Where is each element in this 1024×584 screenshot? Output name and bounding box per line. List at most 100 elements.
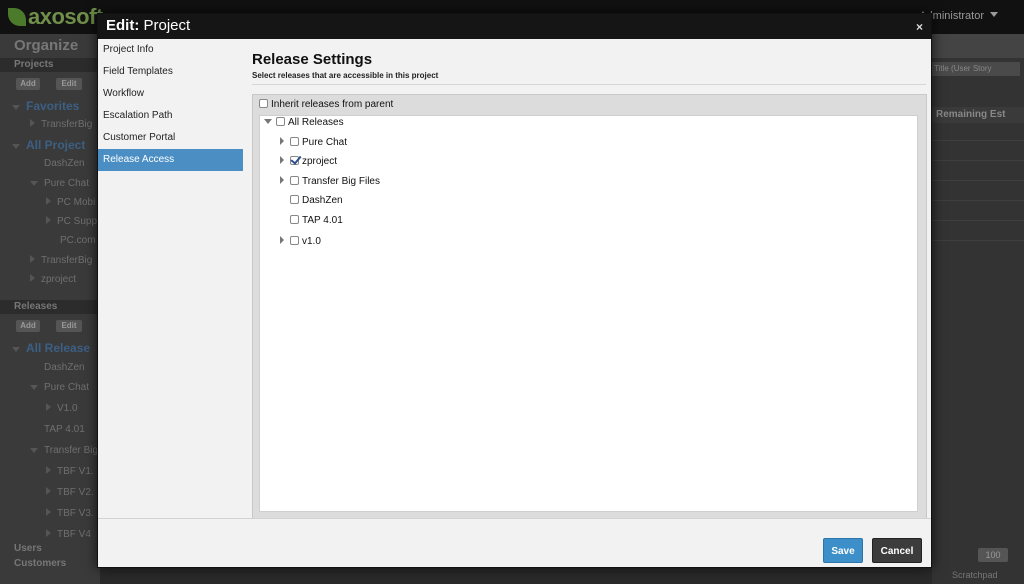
releases-add-button[interactable]: Add [16,320,40,332]
all-releases-checkbox[interactable] [276,117,285,126]
expand-icon [46,403,51,411]
dialog-footer: Save Cancel [98,518,931,567]
chevron-down-icon [990,12,998,17]
release-checkbox-checked[interactable] [290,156,299,165]
expand-icon [30,385,38,390]
release-checkbox[interactable] [290,215,299,224]
remaining-estimate-column[interactable]: Remaining Est [932,107,1024,123]
release-node[interactable]: Pure Chat [280,137,347,148]
expand-icon [12,144,20,149]
release-checkbox[interactable] [290,195,299,204]
release-item[interactable]: TBF V4 [46,529,91,540]
release-checkbox[interactable] [290,176,299,185]
project-item[interactable]: PC Mobi [46,197,95,208]
project-item[interactable]: zproject [30,274,76,285]
release-item[interactable]: TAP 4.01 [44,424,85,435]
nav-item-release-access[interactable]: Release Access [98,149,243,171]
grid-line [932,140,1024,141]
expand-icon [46,487,51,495]
expand-icon [30,255,35,263]
expand-icon [30,181,38,186]
cancel-button[interactable]: Cancel [872,538,922,563]
save-button[interactable]: Save [823,538,863,563]
grid-line [932,240,1024,241]
expand-icon [46,529,51,537]
expand-icon[interactable] [280,156,284,164]
filter-select[interactable]: Title (User Story [932,62,1020,76]
projects-section-header: Projects [0,58,100,72]
leaf-icon [8,8,26,26]
page-title: Release Settings [252,51,373,68]
customers-section[interactable]: Customers [14,558,66,569]
release-item[interactable]: Transfer Big [30,445,98,456]
expand-icon[interactable] [280,137,284,145]
project-item[interactable]: TransferBig [30,255,92,266]
release-checkbox[interactable] [290,236,299,245]
expand-icon [46,216,51,224]
all-releases-node[interactable]: All Release [12,341,90,355]
releases-edit-button[interactable]: Edit [56,320,82,332]
expand-icon [30,119,35,127]
release-tree[interactable]: All Releases Pure Chat zproject Transfer… [259,115,918,512]
releases-section-header: Releases [0,300,100,314]
project-item[interactable]: PC.com [60,235,96,246]
release-settings-panel: Release Settings Select releases that ar… [248,39,931,519]
dialog-title: Edit: Project [106,17,191,34]
inherit-releases-option[interactable]: Inherit releases from parent [259,99,393,110]
organize-title: Organize [14,37,79,54]
project-item[interactable]: DashZen [44,158,85,169]
expand-icon [12,347,20,352]
settings-nav: Project Info Field Templates Workflow Es… [98,39,248,171]
logo: axosoft [8,4,103,30]
collapse-icon[interactable] [264,119,272,124]
nav-item-field-templates[interactable]: Field Templates [98,61,248,83]
expand-icon [46,197,51,205]
projects-add-button[interactable]: Add [16,78,40,90]
expand-icon [46,508,51,516]
release-checkbox[interactable] [290,137,299,146]
dialog-header: Edit: Project × [98,14,931,39]
scratchpad-label[interactable]: Scratchpad [952,570,998,580]
release-item[interactable]: TBF V3. [46,508,94,519]
organize-pane: Organize Projects Add Edit Favorites Tra… [0,34,100,584]
grid-line [932,200,1024,201]
release-node-all[interactable]: All Releases [264,117,344,128]
nav-item-escalation-path[interactable]: Escalation Path [98,105,248,127]
grid-line [932,160,1024,161]
favorites-node[interactable]: Favorites [12,99,79,113]
right-toolbar [932,34,1024,58]
divider [252,84,926,85]
release-item[interactable]: TBF V1. [46,466,94,477]
page-subtitle: Select releases that are accessible in t… [252,71,439,80]
release-item[interactable]: V1.0 [46,403,78,414]
release-node[interactable]: zproject [280,156,337,167]
inherit-checkbox[interactable] [259,99,268,108]
favorites-child[interactable]: TransferBig [30,119,92,130]
edit-project-dialog: Edit: Project × Project Info Field Templ… [97,13,932,568]
release-item[interactable]: Pure Chat [30,382,89,393]
release-item[interactable]: TBF V2. [46,487,94,498]
nav-item-workflow[interactable]: Workflow [98,83,248,105]
release-access-box: Inherit releases from parent All Release… [252,94,927,519]
grid-line [932,220,1024,221]
users-section[interactable]: Users [14,543,42,554]
release-node[interactable]: v1.0 [280,236,321,247]
close-icon[interactable]: × [916,20,923,34]
expand-icon [30,448,38,453]
projects-edit-button[interactable]: Edit [56,78,82,90]
release-node[interactable]: DashZen [290,195,343,206]
release-node[interactable]: TAP 4.01 [290,215,343,226]
release-node[interactable]: Transfer Big Files [280,176,380,187]
expand-icon[interactable] [280,176,284,184]
nav-item-customer-portal[interactable]: Customer Portal [98,127,248,149]
page-size-select[interactable]: 100 [978,548,1008,562]
expand-icon [12,105,20,110]
all-projects-node[interactable]: All Project [12,138,85,152]
expand-icon [46,466,51,474]
project-item[interactable]: PC Supp [46,216,97,227]
release-item[interactable]: DashZen [44,362,85,373]
expand-icon [30,274,35,282]
project-item[interactable]: Pure Chat [30,178,89,189]
nav-item-project-info[interactable]: Project Info [98,39,248,61]
expand-icon[interactable] [280,236,284,244]
